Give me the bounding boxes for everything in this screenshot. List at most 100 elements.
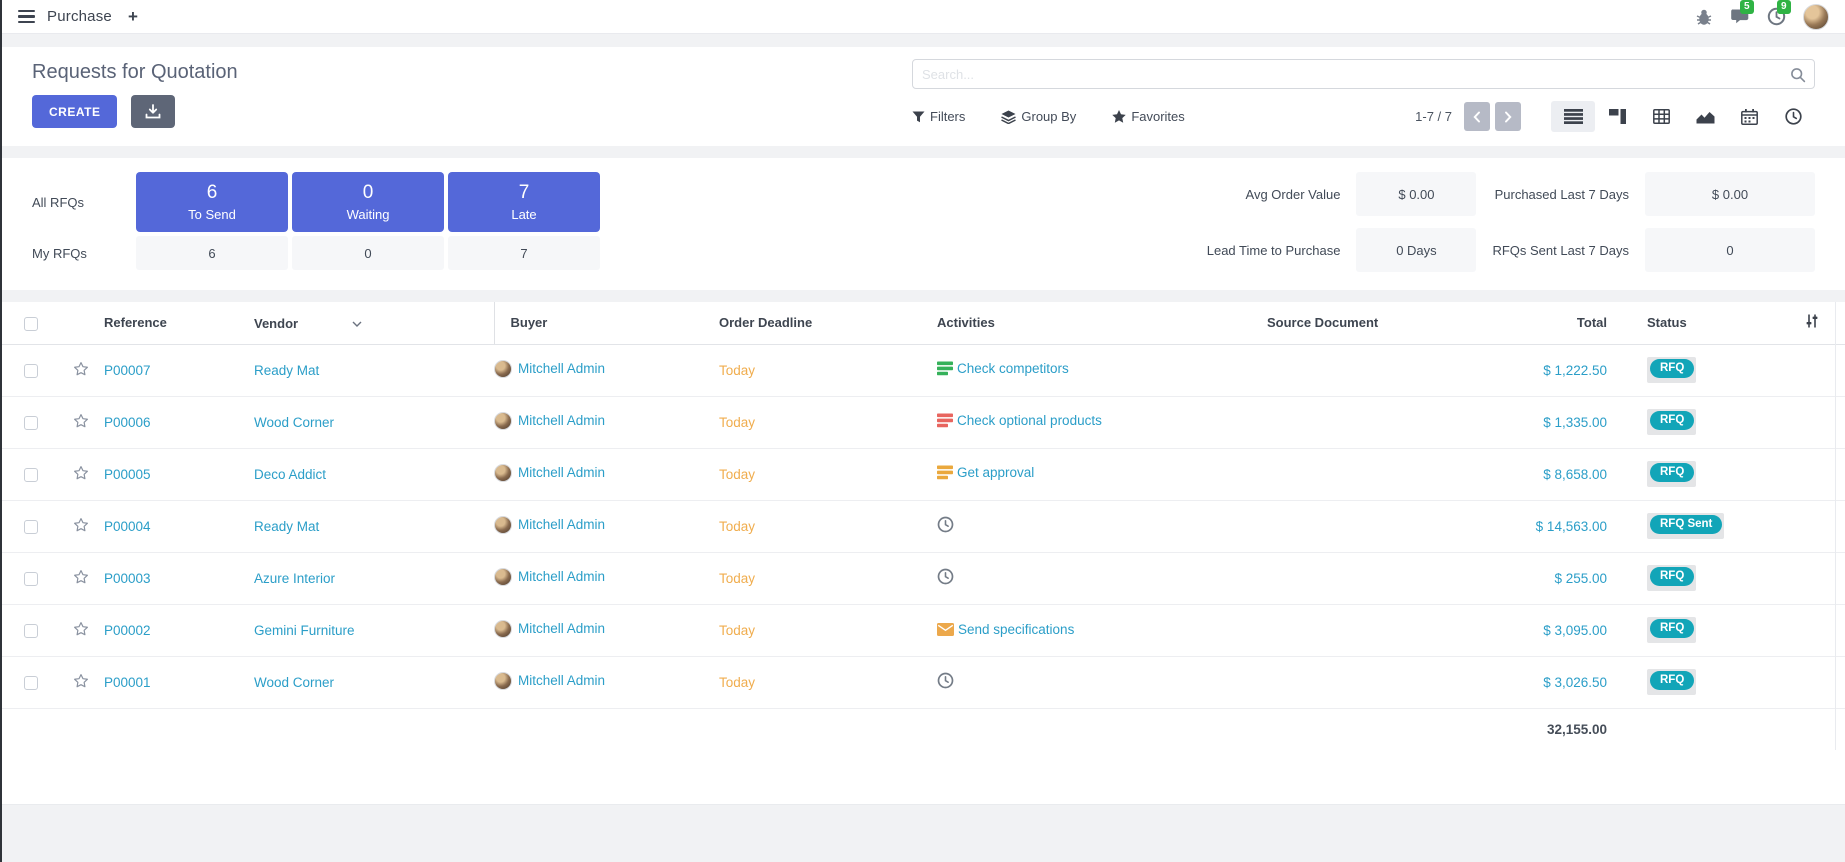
buyer-link[interactable]: Mitchell Admin <box>518 361 605 376</box>
chat-icon[interactable]: 5 <box>1730 7 1750 26</box>
purchase-dashboard: All RFQs 6 To Send 0 Waiting 7 Late My R… <box>2 158 1845 290</box>
row-checkbox[interactable] <box>24 364 38 378</box>
vendor-link[interactable]: Wood Corner <box>254 415 334 430</box>
my-late-value[interactable]: 7 <box>448 236 600 270</box>
activity-cell[interactable] <box>937 516 958 533</box>
my-waiting-value[interactable]: 0 <box>292 236 444 270</box>
activity-cell[interactable] <box>937 568 958 585</box>
order-deadline-value[interactable]: Today <box>719 675 755 690</box>
table-row[interactable]: P00003 Azure Interior Mitchell Admin Tod… <box>2 552 1845 604</box>
vendor-link[interactable]: Wood Corner <box>254 675 334 690</box>
vendor-link[interactable]: Deco Addict <box>254 467 326 482</box>
activity-cell[interactable]: Get approval <box>937 465 1034 480</box>
user-avatar[interactable] <box>1803 4 1829 30</box>
buyer-link[interactable]: Mitchell Admin <box>518 465 605 480</box>
column-header-status[interactable]: Status <box>1627 302 1777 344</box>
row-checkbox[interactable] <box>24 624 38 638</box>
row-checkbox[interactable] <box>24 468 38 482</box>
kpi-late-button[interactable]: 7 Late <box>448 172 600 232</box>
view-graph-button[interactable] <box>1683 101 1727 132</box>
column-header-activities[interactable]: Activities <box>937 302 1267 344</box>
favorite-star-icon[interactable] <box>72 672 90 690</box>
favorite-star-icon[interactable] <box>72 412 90 430</box>
bug-icon[interactable] <box>1695 8 1713 26</box>
select-all-checkbox[interactable] <box>24 317 38 331</box>
favorite-star-icon[interactable] <box>72 568 90 586</box>
pager-value[interactable]: 1-7 / 7 <box>1415 109 1452 124</box>
view-activity-button[interactable] <box>1771 101 1815 132</box>
reference-link[interactable]: P00006 <box>104 415 151 430</box>
row-checkbox[interactable] <box>24 520 38 534</box>
order-deadline-value[interactable]: Today <box>719 467 755 482</box>
view-kanban-button[interactable] <box>1595 101 1639 132</box>
all-rfqs-label[interactable]: All RFQs <box>32 195 132 210</box>
row-checkbox[interactable] <box>24 676 38 690</box>
buyer-link[interactable]: Mitchell Admin <box>518 517 605 532</box>
table-row[interactable]: P00001 Wood Corner Mitchell Admin Today … <box>2 656 1845 708</box>
reference-link[interactable]: P00007 <box>104 363 151 378</box>
my-rfqs-label[interactable]: My RFQs <box>32 246 132 261</box>
pager-previous-button[interactable] <box>1464 102 1490 131</box>
column-header-total[interactable]: Total <box>1457 302 1627 344</box>
source-document-cell <box>1267 604 1457 656</box>
my-to-send-value[interactable]: 6 <box>136 236 288 270</box>
order-deadline-value[interactable]: Today <box>719 363 755 378</box>
order-deadline-value[interactable]: Today <box>719 519 755 534</box>
favorite-star-icon[interactable] <box>72 620 90 638</box>
vendor-link[interactable]: Gemini Furniture <box>254 623 355 638</box>
buyer-link[interactable]: Mitchell Admin <box>518 413 605 428</box>
buyer-link[interactable]: Mitchell Admin <box>518 569 605 584</box>
table-row[interactable]: P00002 Gemini Furniture Mitchell Admin T… <box>2 604 1845 656</box>
reference-link[interactable]: P00004 <box>104 519 151 534</box>
order-deadline-value[interactable]: Today <box>719 623 755 638</box>
reference-link[interactable]: P00001 <box>104 675 151 690</box>
order-deadline-value[interactable]: Today <box>719 571 755 586</box>
app-name[interactable]: Purchase <box>47 8 112 25</box>
table-row[interactable]: P00007 Ready Mat Mitchell Admin Today Ch… <box>2 344 1845 396</box>
view-list-button[interactable] <box>1551 101 1595 132</box>
status-badge: RFQ Sent <box>1647 513 1724 539</box>
row-checkbox[interactable] <box>24 572 38 586</box>
favorite-star-icon[interactable] <box>72 360 90 378</box>
group-by-button[interactable]: Group By <box>1001 109 1076 124</box>
hamburger-icon[interactable] <box>18 10 35 24</box>
kpi-waiting-button[interactable]: 0 Waiting <box>292 172 444 232</box>
optional-columns-button[interactable] <box>1777 302 1845 344</box>
activity-cell[interactable]: Check optional products <box>937 413 1102 428</box>
activity-cell[interactable]: Check competitors <box>937 361 1069 376</box>
vendor-link[interactable]: Azure Interior <box>254 571 335 586</box>
table-row[interactable]: P00004 Ready Mat Mitchell Admin Today $ … <box>2 500 1845 552</box>
reference-link[interactable]: P00003 <box>104 571 151 586</box>
vendor-link[interactable]: Ready Mat <box>254 519 319 534</box>
activity-cell[interactable]: Send specifications <box>937 622 1074 637</box>
buyer-link[interactable]: Mitchell Admin <box>518 673 605 688</box>
vendor-link[interactable]: Ready Mat <box>254 363 319 378</box>
search-input[interactable] <box>913 60 1814 88</box>
reference-link[interactable]: P00002 <box>104 623 151 638</box>
column-header-source-document[interactable]: Source Document <box>1267 302 1457 344</box>
pager-next-button[interactable] <box>1495 102 1521 131</box>
create-button[interactable]: CREATE <box>32 95 117 128</box>
buyer-link[interactable]: Mitchell Admin <box>518 621 605 636</box>
column-header-order-deadline[interactable]: Order Deadline <box>719 302 937 344</box>
search-icon[interactable] <box>1790 67 1806 88</box>
activity-cell[interactable] <box>937 672 958 689</box>
column-header-vendor[interactable]: Vendor <box>254 302 494 344</box>
favorite-star-icon[interactable] <box>72 516 90 534</box>
favorites-button[interactable]: Favorites <box>1112 109 1184 124</box>
column-header-buyer[interactable]: Buyer <box>494 302 719 344</box>
export-button[interactable] <box>131 95 175 128</box>
reference-link[interactable]: P00005 <box>104 467 151 482</box>
column-header-reference[interactable]: Reference <box>104 302 254 344</box>
clock-icon[interactable]: 9 <box>1767 7 1786 26</box>
order-deadline-value[interactable]: Today <box>719 415 755 430</box>
kpi-to-send-button[interactable]: 6 To Send <box>136 172 288 232</box>
view-pivot-button[interactable] <box>1639 101 1683 132</box>
view-calendar-button[interactable] <box>1727 101 1771 132</box>
row-checkbox[interactable] <box>24 416 38 430</box>
table-row[interactable]: P00005 Deco Addict Mitchell Admin Today … <box>2 448 1845 500</box>
filters-button[interactable]: Filters <box>912 109 965 124</box>
new-menu-button[interactable]: + <box>128 8 138 25</box>
favorite-star-icon[interactable] <box>72 464 90 482</box>
table-row[interactable]: P00006 Wood Corner Mitchell Admin Today … <box>2 396 1845 448</box>
